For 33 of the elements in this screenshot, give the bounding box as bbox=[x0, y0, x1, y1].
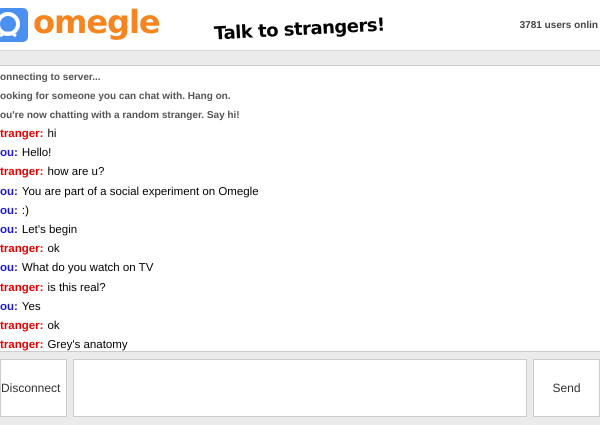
speaker-label: tranger: bbox=[0, 127, 44, 142]
speaker-label: ou: bbox=[0, 300, 18, 315]
chat-message: Let's begin bbox=[22, 222, 78, 238]
speaker-label: tranger: bbox=[0, 338, 44, 351]
logo: omegle bbox=[33, 3, 160, 41]
speaker-label: tranger: bbox=[0, 318, 44, 334]
speaker-label: ou: bbox=[0, 222, 18, 238]
users-online-count: 3781 users onlin bbox=[520, 20, 598, 30]
speaker-label: tranger: bbox=[0, 280, 44, 296]
status-message: ooking for someone you can chat with. Hang on. bbox=[0, 90, 232, 104]
speaker-label: ou: bbox=[0, 261, 18, 276]
chat-message: hi bbox=[47, 127, 56, 142]
chat-message: how are u? bbox=[47, 165, 104, 180]
speaker-label: tranger: bbox=[0, 242, 44, 258]
chat-message: You are part of a social experiment on Omegle bbox=[22, 184, 259, 200]
chat-message: Yes bbox=[22, 300, 41, 315]
tagline: Talk to strangers! bbox=[213, 14, 385, 44]
speaker-label: ou: bbox=[0, 146, 18, 162]
status-message: ou're now chatting with a random stranger. Say hi! bbox=[0, 109, 241, 123]
chat-message: :) bbox=[22, 204, 29, 219]
status-message: onnecting to server... bbox=[0, 71, 102, 85]
send-button[interactable]: Send bbox=[533, 359, 600, 417]
speaker-label: ou: bbox=[0, 204, 18, 219]
speaker-label: ou: bbox=[0, 184, 18, 200]
speaker-label: tranger: bbox=[0, 165, 44, 180]
chat-message: ok bbox=[47, 242, 60, 258]
chat-message: Hello! bbox=[22, 146, 52, 162]
chat-message: Grey's anatomy bbox=[47, 338, 128, 351]
chat-message: is this real? bbox=[47, 280, 106, 296]
message-field[interactable] bbox=[73, 359, 527, 417]
chat-message: ok bbox=[47, 318, 60, 334]
chat-message: What do you watch on TV bbox=[22, 261, 154, 276]
disconnect-button[interactable]: Disconnect bbox=[0, 359, 67, 417]
